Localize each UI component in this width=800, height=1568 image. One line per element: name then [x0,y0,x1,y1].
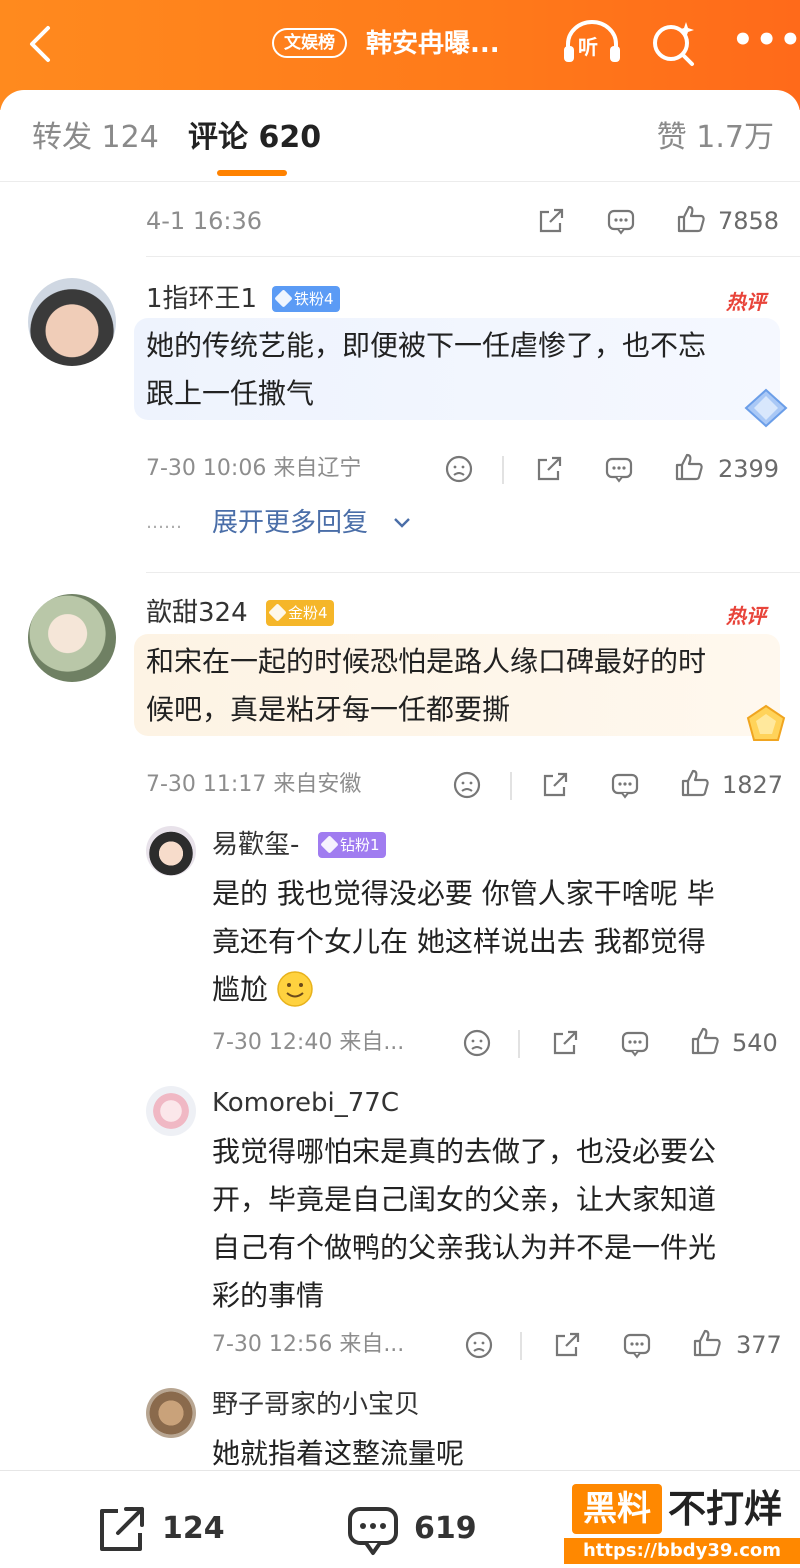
comment-count[interactable]: 619 [414,1511,477,1546]
comment-icon[interactable] [610,770,640,800]
reply-line: 自己有个做鸭的父亲我认为并不是一件光 [212,1231,717,1264]
comment-sheet: 转发 124 评论 620 赞 1.7万 4-1 16:36 7858 1指环王… [0,90,800,1568]
tab-repost[interactable]: 转发 124 [32,118,159,158]
repost-icon[interactable] [96,1503,148,1555]
like-icon[interactable] [692,1328,722,1358]
reply-author[interactable]: 易歡玺- [212,828,299,862]
reply-meta: 7-30 12:56 来自... [212,1332,405,1357]
post-time: 4-1 16:36 [146,207,262,235]
dislike-face-icon[interactable] [464,1330,494,1360]
reply-author[interactable]: Komorebi_77C [212,1086,399,1120]
watermark: 黑料 不打烊 https://bbdy39.com [564,1480,800,1568]
gem-icon [274,289,293,308]
smile-emoji-icon [277,971,313,1007]
comment-line: 跟上一任撒气 [146,377,315,410]
comment-author[interactable]: 歆甜324 [146,596,248,630]
hot-comment-tag: 热评 [726,290,766,314]
reply-line: 竟还有个女儿在 她这样说出去 我都觉得 [212,925,706,958]
share-icon[interactable] [536,206,566,236]
comment-meta: 7-30 11:17 来自安徽 [146,772,362,797]
expand-replies-link[interactable]: 展开更多回复 [212,506,368,540]
tab-active-indicator [217,170,287,176]
page-title: 韩安冉曝... [366,29,500,59]
divider [146,256,800,257]
like-icon[interactable] [680,768,710,798]
share-icon[interactable] [534,454,564,484]
like-icon[interactable] [674,452,704,482]
comment-icon[interactable] [606,206,636,236]
comment-meta: 7-30 10:06 来自辽宁 [146,456,362,481]
share-icon[interactable] [552,1330,582,1360]
watermark-box: 黑料 [572,1484,662,1534]
comment-author[interactable]: 1指环王1 [146,282,257,316]
gem-icon [320,835,339,854]
reply-like-count: 540 [732,1029,778,1057]
comment-line: 她的传统艺能，即便被下一任虐惨了，也不忘 [146,329,707,362]
listen-button[interactable]: 听 [560,18,624,68]
repost-count[interactable]: 124 [162,1511,225,1546]
comment-icon[interactable] [604,454,634,484]
avatar[interactable] [146,1388,196,1438]
reply-like-count: 377 [736,1331,782,1359]
tab-comment[interactable]: 评论 620 [188,118,321,158]
watermark-url: https://bbdy39.com [564,1538,800,1564]
reply-author[interactable]: 野子哥家的小宝贝 [212,1388,420,1422]
divider [146,572,800,573]
share-icon[interactable] [550,1028,580,1058]
divider [510,772,512,800]
fan-badge: 金粉4 [266,600,334,626]
avatar[interactable] [28,594,116,682]
reply-line: 彩的事情 [212,1279,325,1312]
gold-gem-decoration-icon [746,704,786,741]
comment-like-count: 2399 [718,455,780,483]
hot-comment-tag: 热评 [726,604,766,628]
reply-line: 尴尬 [212,973,269,1006]
reply-meta: 7-30 12:40 来自... [212,1030,405,1055]
tab-like[interactable]: 赞 1.7万 [657,118,774,158]
expand-dots: …… [146,512,182,533]
listen-label: 听 [578,35,598,59]
board-badge[interactable]: 文娱榜 [272,28,347,58]
like-icon[interactable] [676,204,706,234]
comment-line: 和宋在一起的时候恐怕是路人缘口碑最好的时 [146,645,707,678]
reply-line: 是的 我也觉得没必要 你管人家干啥呢 毕 [212,877,715,910]
fan-badge-label: 铁粉4 [294,290,334,308]
comment-icon[interactable] [622,1330,652,1360]
search-spark-icon[interactable] [648,18,698,68]
divider [502,456,504,484]
fan-badge: 铁粉4 [272,286,340,312]
share-icon[interactable] [540,770,570,800]
avatar[interactable] [146,1086,196,1136]
tab-bar: 转发 124 评论 620 赞 1.7万 [0,90,800,182]
divider [518,1030,520,1058]
avatar[interactable] [28,278,116,366]
avatar[interactable] [146,826,196,876]
dislike-face-icon[interactable] [452,770,482,800]
reply-line: 我觉得哪怕宋是真的去做了，也没必要公 [212,1135,717,1168]
like-icon[interactable] [690,1026,720,1056]
comment-line: 候吧，真是粘牙每一任都要撕 [146,693,511,726]
chevron-down-icon [394,518,410,528]
divider [520,1332,522,1360]
back-icon[interactable] [20,22,60,66]
comment-like-count: 1827 [722,771,784,799]
comment-icon[interactable] [620,1028,650,1058]
fan-badge-label: 金粉4 [288,604,328,622]
fan-badge-label: 钻粉1 [340,836,380,854]
more-icon[interactable]: ••• [732,22,800,62]
reply-line: 开，毕竟是自己闺女的父亲，让大家知道 [212,1183,717,1216]
comment-icon[interactable] [346,1505,400,1557]
gem-icon [268,603,287,622]
post-like-count: 7858 [718,207,780,235]
diamond-decoration-icon [744,388,788,428]
watermark-text: 不打烊 [668,1487,783,1531]
dislike-face-icon[interactable] [462,1028,492,1058]
dislike-face-icon[interactable] [444,454,474,484]
fan-badge: 钻粉1 [318,832,386,858]
